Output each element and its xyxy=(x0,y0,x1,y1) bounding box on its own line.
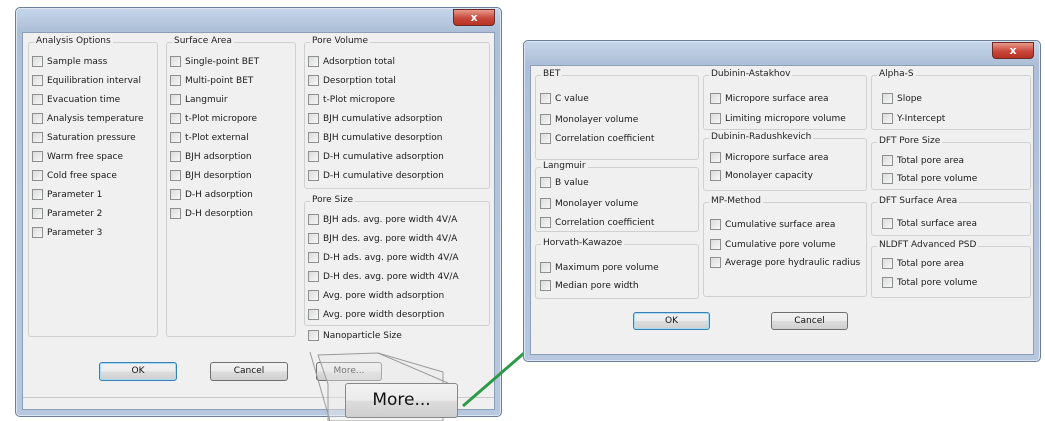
group-horvath-kawazoe: Horvath-Kawazoe Maximum pore volume Medi… xyxy=(535,238,699,299)
checkbox-micropore-surface-area[interactable]: Micropore surface area xyxy=(710,93,829,105)
checkbox-label: Micropore surface area xyxy=(725,94,829,104)
group-langmuir: Langmuir B value Monolayer volume Correl… xyxy=(535,161,699,232)
checkbox-label: Median pore width xyxy=(555,281,639,291)
checkbox-monolayer-volume[interactable]: Monolayer volume xyxy=(540,114,638,126)
checkbox-monolayer-capacity[interactable]: Monolayer capacity xyxy=(710,170,813,182)
checkbox-correlation-coefficient[interactable]: Correlation coefficient xyxy=(540,217,654,229)
checkbox-limiting-micropore-volume[interactable]: Limiting micropore volume xyxy=(710,113,846,125)
checkbox-average-pore-hydraulic-radius[interactable]: Average pore hydraulic radius xyxy=(710,257,860,269)
group-dubinin-astakhov: Dubinin-Astakhov Micropore surface area … xyxy=(703,69,867,130)
checkbox-total-pore-volume[interactable]: Total pore volume xyxy=(882,173,977,185)
checkbox-box[interactable] xyxy=(710,239,721,250)
checkbox-c-value[interactable]: C value xyxy=(540,93,589,105)
checkbox-total-pore-volume[interactable]: Total pore volume xyxy=(882,277,977,289)
checkbox-b-value[interactable]: B value xyxy=(540,177,589,189)
checkbox-box[interactable] xyxy=(540,262,551,273)
group-dft-pore-size: DFT Pore Size Total pore area Total pore… xyxy=(871,136,1031,190)
checkbox-label: Monolayer volume xyxy=(555,199,639,209)
checkbox-label: B value xyxy=(555,178,589,188)
group-bet: BET C value Monolayer volume Correlation… xyxy=(535,69,699,160)
checkbox-label: Total pore volume xyxy=(897,278,978,288)
checkbox-cumulative-surface-area[interactable]: Cumulative surface area xyxy=(710,219,835,231)
checkbox-monolayer-volume[interactable]: Monolayer volume xyxy=(540,198,638,210)
group-mp-method: MP-Method Cumulative surface area Cumula… xyxy=(703,196,867,297)
checkbox-label: Cumulative surface area xyxy=(725,220,836,230)
checkbox-box[interactable] xyxy=(882,155,893,166)
checkbox-y-intercept[interactable]: Y-Intercept xyxy=(882,113,945,125)
checkbox-box[interactable] xyxy=(882,258,893,269)
dialog-client-area: BET C value Monolayer volume Correlation… xyxy=(530,65,1034,355)
group-title: Dubinin-Radushkevich xyxy=(709,132,814,142)
checkbox-total-pore-area[interactable]: Total pore area xyxy=(882,155,964,167)
group-dubinin-radushkevich: Dubinin-Radushkevich Micropore surface a… xyxy=(703,132,867,191)
checkbox-label: Correlation coefficient xyxy=(555,134,655,144)
group-dft-surface-area: DFT Surface Area Total surface area xyxy=(871,196,1031,236)
group-title: BET xyxy=(541,69,563,79)
checkbox-box[interactable] xyxy=(540,133,551,144)
checkbox-label: Y-Intercept xyxy=(897,114,946,124)
checkbox-total-surface-area[interactable]: Total surface area xyxy=(882,218,977,230)
checkbox-median-pore-width[interactable]: Median pore width xyxy=(540,280,639,292)
checkbox-box[interactable] xyxy=(540,198,551,209)
checkbox-box[interactable] xyxy=(710,93,721,104)
group-title: Horvath-Kawazoe xyxy=(541,238,625,248)
checkbox-label: Total surface area xyxy=(897,219,978,229)
more-button-zoomed: More... xyxy=(345,383,458,418)
checkbox-box[interactable] xyxy=(882,113,893,124)
checkbox-label: Maximum pore volume xyxy=(555,263,659,273)
checkbox-box[interactable] xyxy=(710,257,721,268)
checkbox-label: Total pore area xyxy=(897,259,965,269)
checkbox-total-pore-area[interactable]: Total pore area xyxy=(882,258,964,270)
checkbox-label: Limiting micropore volume xyxy=(725,114,846,124)
dialog-more-options: x BET C value Monolayer volume Correlati… xyxy=(523,40,1041,362)
checkbox-slope[interactable]: Slope xyxy=(882,93,922,105)
checkbox-box[interactable] xyxy=(540,217,551,228)
checkbox-box[interactable] xyxy=(882,218,893,229)
checkbox-label: Average pore hydraulic radius xyxy=(725,258,861,268)
checkbox-box[interactable] xyxy=(540,93,551,104)
close-button[interactable]: x xyxy=(992,42,1034,59)
cancel-button[interactable]: Cancel xyxy=(771,312,848,330)
group-title: DFT Surface Area xyxy=(877,196,960,206)
checkbox-box[interactable] xyxy=(710,219,721,230)
group-title: Langmuir xyxy=(541,161,588,171)
checkbox-box[interactable] xyxy=(540,177,551,188)
group-title: Dubinin-Astakhov xyxy=(709,69,793,79)
checkbox-label: Monolayer capacity xyxy=(725,171,813,181)
checkbox-box[interactable] xyxy=(540,114,551,125)
checkbox-box[interactable] xyxy=(882,93,893,104)
checkbox-label: Micropore surface area xyxy=(725,153,829,163)
checkbox-correlation-coefficient[interactable]: Correlation coefficient xyxy=(540,133,654,145)
group-title: NLDFT Advanced PSD xyxy=(877,240,979,250)
checkbox-label: Total pore volume xyxy=(897,174,978,184)
checkbox-box[interactable] xyxy=(540,280,551,291)
ok-button[interactable]: OK xyxy=(633,312,710,330)
group-nldft-advanced-psd: NLDFT Advanced PSD Total pore area Total… xyxy=(871,240,1031,298)
checkbox-micropore-surface-area[interactable]: Micropore surface area xyxy=(710,152,829,164)
checkbox-box[interactable] xyxy=(882,277,893,288)
checkbox-label: C value xyxy=(555,94,589,104)
checkbox-box[interactable] xyxy=(710,152,721,163)
checkbox-label: Total pore area xyxy=(897,156,965,166)
checkbox-box[interactable] xyxy=(882,173,893,184)
group-title: MP-Method xyxy=(709,196,763,206)
checkbox-maximum-pore-volume[interactable]: Maximum pore volume xyxy=(540,262,659,274)
checkbox-label: Cumulative pore volume xyxy=(725,240,836,250)
group-title: Alpha-S xyxy=(877,69,916,79)
checkbox-box[interactable] xyxy=(710,170,721,181)
group-title: DFT Pore Size xyxy=(877,136,943,146)
checkbox-label: Slope xyxy=(897,94,922,104)
checkbox-label: Monolayer volume xyxy=(555,115,639,125)
checkbox-cumulative-pore-volume[interactable]: Cumulative pore volume xyxy=(710,239,836,251)
title-bar[interactable]: x xyxy=(524,41,1040,65)
group-alpha-s: Alpha-S Slope Y-Intercept xyxy=(871,69,1031,130)
checkbox-label: Correlation coefficient xyxy=(555,218,655,228)
checkbox-box[interactable] xyxy=(710,113,721,124)
